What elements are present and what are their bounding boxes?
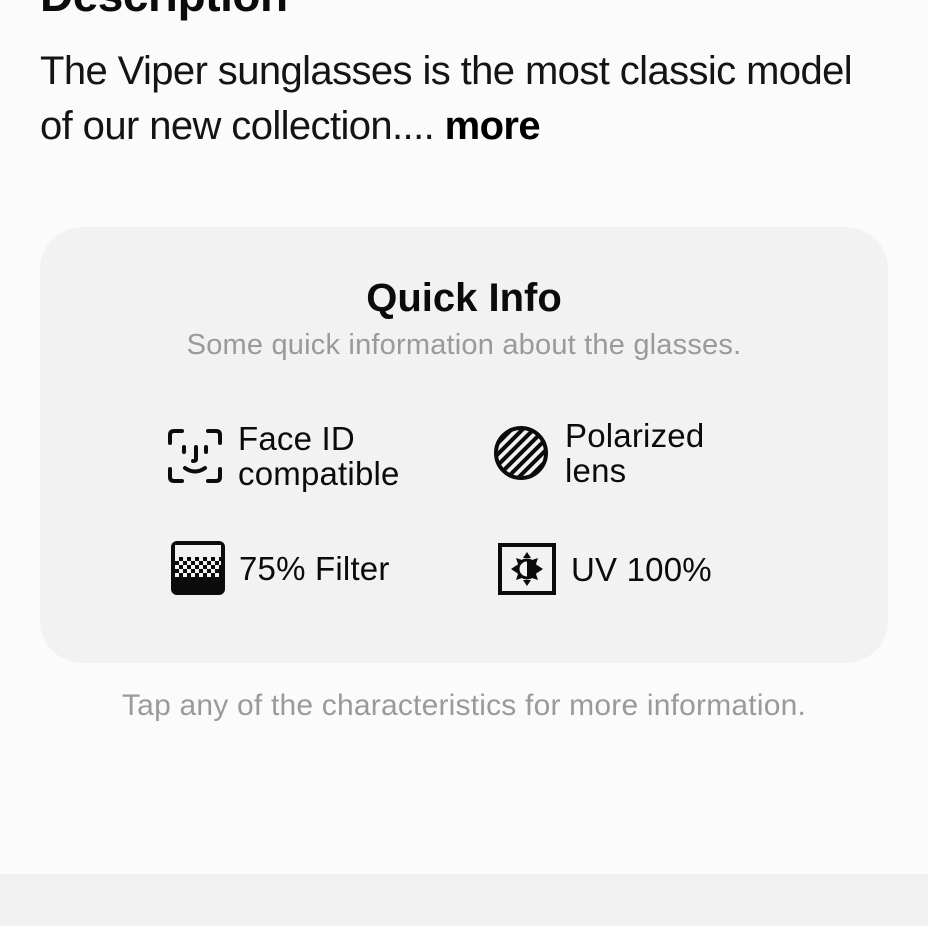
feature-polarized-lens-label: Polarized lens bbox=[565, 417, 705, 489]
feature-uv-label: UV 100% bbox=[571, 550, 712, 588]
description-heading: Description bbox=[40, 0, 288, 18]
bottom-bar bbox=[0, 874, 928, 926]
face-id-icon bbox=[166, 427, 224, 485]
more-link[interactable]: more bbox=[445, 104, 541, 148]
uv-protection-icon bbox=[497, 542, 557, 596]
feature-uv-protection[interactable]: UV 100% bbox=[497, 542, 712, 596]
polarized-lens-icon bbox=[493, 425, 549, 481]
feature-filter-label: 75% Filter bbox=[239, 549, 390, 587]
feature-polarized-lens[interactable]: Polarized lens bbox=[493, 418, 704, 488]
feature-face-id-label: Face ID compatible bbox=[238, 420, 400, 492]
feature-face-id[interactable]: Face ID compatible bbox=[166, 421, 400, 491]
footer-note: Tap any of the characteristics for more … bbox=[121, 689, 807, 722]
filter-icon bbox=[170, 540, 226, 596]
description-text: The Viper sunglasses is the most classic… bbox=[40, 44, 890, 154]
quick-info-title: Quick Info bbox=[366, 276, 562, 320]
quick-info-subtitle: Some quick information about the glasses… bbox=[186, 329, 742, 361]
feature-filter[interactable]: 75% Filter bbox=[170, 540, 390, 596]
